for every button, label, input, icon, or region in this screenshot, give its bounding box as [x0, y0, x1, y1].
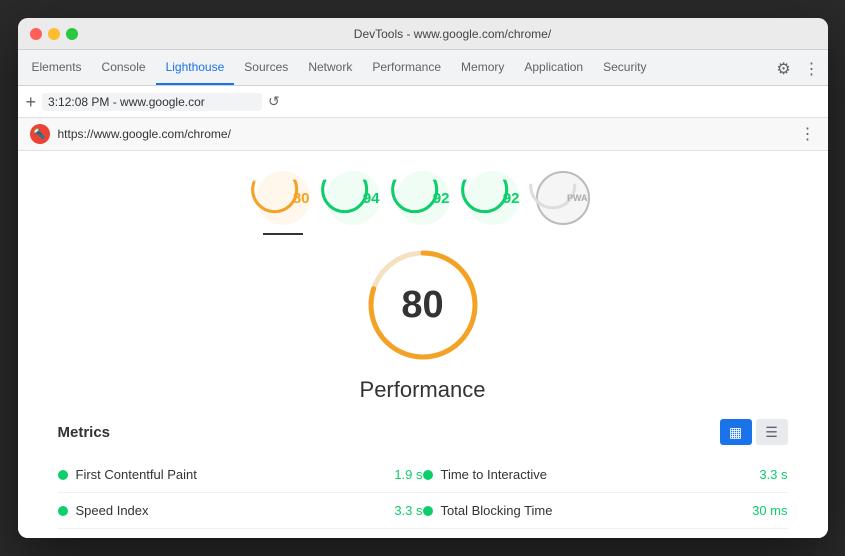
score-circle-seo[interactable]: 92 [466, 171, 520, 225]
big-score-section: 80 Performance [58, 245, 788, 403]
metric-value-tbt: 30 ms [752, 503, 787, 518]
lighthouse-icon: 🔦 [30, 124, 50, 144]
metric-indicator-fcp [58, 470, 68, 480]
reload-icon[interactable]: ↺ [268, 93, 280, 110]
metric-name-tbt: Total Blocking Time [441, 503, 745, 518]
metrics-header: Metrics ▦ ☰ [58, 419, 788, 445]
metric-name-si: Speed Index [76, 503, 387, 518]
score-circles-row: 80 94 [58, 171, 788, 225]
window-title: DevTools - www.google.com/chrome/ [90, 27, 816, 41]
score-value-performance: 80 [293, 190, 310, 207]
metric-row-fcp: First Contentful Paint 1.9 s [58, 457, 423, 493]
tab-lighthouse[interactable]: Lighthouse [156, 50, 235, 85]
devtools-tab-bar: Elements Console Lighthouse Sources Netw… [18, 50, 828, 86]
score-circle-best-practices[interactable]: 92 [396, 171, 450, 225]
metric-row-lcp: Largest Contentful Paint 4.8 s [58, 529, 423, 538]
devtools-icon-group: ⚙ ⋮ [772, 57, 824, 85]
score-circle-accessibility[interactable]: 94 [326, 171, 380, 225]
tab-network[interactable]: Network [298, 50, 362, 85]
big-score-label: Performance [58, 377, 788, 403]
metrics-title: Metrics [58, 424, 111, 441]
tab-application[interactable]: Application [514, 50, 593, 85]
main-content: 🔦 https://www.google.com/chrome/ ⋮ 80 [18, 118, 828, 538]
grid-view-button[interactable]: ▦ [720, 419, 752, 445]
big-score-value: 80 [401, 284, 443, 327]
devtools-url-text: https://www.google.com/chrome/ [58, 127, 792, 141]
maximize-button[interactable] [66, 28, 78, 40]
metric-row-si: Speed Index 3.3 s [58, 493, 423, 529]
metrics-grid: First Contentful Paint 1.9 s Time to Int… [58, 457, 788, 538]
metric-indicator-tti [423, 470, 433, 480]
tab-performance[interactable]: Performance [362, 50, 451, 85]
metric-row-tti: Time to Interactive 3.3 s [423, 457, 788, 493]
score-value-pwa: PWA [567, 193, 588, 203]
devtools-url-bar: 🔦 https://www.google.com/chrome/ ⋮ [18, 118, 828, 151]
big-score-circle: 80 [363, 245, 483, 365]
devtools-window: DevTools - www.google.com/chrome/ Elemen… [18, 18, 828, 538]
metric-name-fcp: First Contentful Paint [76, 467, 387, 482]
address-input[interactable] [42, 93, 262, 111]
tab-security[interactable]: Security [593, 50, 656, 85]
metric-value-si: 3.3 s [394, 503, 422, 518]
address-bar: + ↺ [18, 86, 828, 118]
metric-name-tti: Time to Interactive [441, 467, 752, 482]
metric-row-tbt: Total Blocking Time 30 ms [423, 493, 788, 529]
tab-console[interactable]: Console [92, 50, 156, 85]
list-view-button[interactable]: ☰ [756, 419, 788, 445]
titlebar: DevTools - www.google.com/chrome/ [18, 18, 828, 50]
tab-sources[interactable]: Sources [234, 50, 298, 85]
more-options-icon[interactable]: ⋮ [800, 57, 824, 81]
view-toggle: ▦ ☰ [720, 419, 788, 445]
metric-value-tti: 3.3 s [759, 467, 787, 482]
close-button[interactable] [30, 28, 42, 40]
minimize-button[interactable] [48, 28, 60, 40]
traffic-lights [30, 28, 78, 40]
score-value-accessibility: 94 [363, 190, 380, 207]
devtools-more-icon[interactable]: ⋮ [800, 124, 816, 144]
tab-memory[interactable]: Memory [451, 50, 514, 85]
new-tab-button[interactable]: + [26, 93, 37, 111]
metrics-section: Metrics ▦ ☰ First Contentful Paint 1.9 s [58, 419, 788, 538]
metric-indicator-si [58, 506, 68, 516]
metric-value-fcp: 1.9 s [394, 467, 422, 482]
score-circle-pwa[interactable]: PWA [536, 171, 590, 225]
tab-elements[interactable]: Elements [22, 50, 92, 85]
metric-indicator-tbt [423, 506, 433, 516]
lighthouse-panel: 80 94 [18, 151, 828, 538]
settings-icon[interactable]: ⚙ [772, 57, 796, 81]
score-value-best-practices: 92 [433, 190, 450, 207]
metric-row-cls: Cumulative Layout Shift 0 [423, 529, 788, 538]
score-circle-performance[interactable]: 80 [256, 171, 310, 225]
score-value-seo: 92 [503, 190, 520, 207]
